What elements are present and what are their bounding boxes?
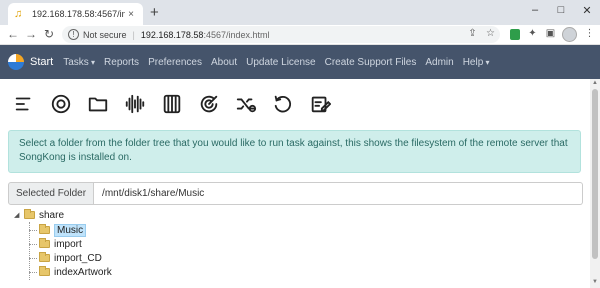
nav-tasks[interactable]: Tasks (63, 57, 95, 68)
nav-reports[interactable]: Reports (104, 57, 139, 68)
address-bar-row: ← → ↻ ! Not secure | 192.168.178.58:4567… (0, 25, 600, 45)
scroll-up-icon[interactable]: ▲ (590, 80, 600, 86)
url-host[interactable]: 192.168.178.58 (141, 30, 204, 40)
share-icon[interactable]: ⇪ (466, 28, 479, 39)
warning-icon[interactable]: ! (68, 29, 79, 40)
profile-icon[interactable] (562, 27, 577, 42)
undo-icon[interactable] (271, 92, 295, 116)
tree-node-share[interactable]: share (24, 208, 64, 222)
url-path[interactable]: :4567/index.html (203, 30, 269, 40)
folder-icon (39, 224, 50, 234)
forward-icon[interactable]: → (24, 27, 38, 42)
selected-folder-group: Selected Folder /mnt/disk1/share/Music (8, 182, 583, 205)
maximize-icon[interactable]: □ (553, 4, 569, 16)
browser-tab[interactable]: ♫ 192.168.178.58:4567/index.html × (8, 3, 143, 25)
back-icon[interactable]: ← (6, 27, 20, 42)
nav-admin[interactable]: Admin (425, 57, 453, 68)
close-window-icon[interactable]: ✕ (579, 4, 595, 17)
star-icon[interactable]: ☆ (484, 28, 497, 39)
tree-label-selected[interactable]: Music (54, 223, 87, 237)
menu-icon[interactable]: ⋮ (583, 28, 596, 39)
collapse-triangle-icon[interactable]: ◢ (14, 211, 19, 219)
reload-icon[interactable]: ↻ (42, 27, 56, 42)
folder-icon[interactable] (86, 92, 110, 116)
songkong-logo-icon (8, 54, 24, 70)
browser-tab-strip: ♫ 192.168.178.58:4567/index.html × + – □… (0, 0, 600, 25)
edit-list-icon[interactable] (308, 92, 332, 116)
minimize-icon[interactable]: – (527, 4, 543, 16)
info-alert: Select a folder from the folder tree tha… (8, 130, 581, 173)
folder-icon (39, 266, 50, 276)
brand-label: Start (30, 56, 54, 68)
extension-icon[interactable] (510, 29, 520, 40)
folder-icon (24, 209, 35, 219)
nav-about[interactable]: About (211, 57, 237, 68)
waveform-icon[interactable] (123, 92, 147, 116)
security-status[interactable]: Not secure (83, 30, 127, 40)
radar-icon[interactable] (197, 92, 221, 116)
tree-node-import-cd[interactable]: import_CD (39, 251, 102, 265)
close-tab-icon[interactable]: × (125, 9, 137, 20)
tab-title: 192.168.178.58:4567/index.html (32, 9, 125, 19)
folder-icon (39, 238, 50, 248)
film-strip-icon[interactable] (160, 92, 184, 116)
new-tab-icon[interactable]: + (150, 5, 159, 20)
nav-help[interactable]: Help (463, 57, 490, 68)
task-list-icon[interactable] (12, 92, 36, 116)
nav-create-support-files[interactable]: Create Support Files (325, 57, 417, 68)
tree-label[interactable]: import_CD (54, 253, 102, 264)
page-scrollbar[interactable]: ▲ ▼ (590, 79, 600, 288)
sidebar-icon[interactable]: ▣ (544, 28, 557, 39)
tree-connector (29, 272, 37, 273)
folder-icon (39, 252, 50, 262)
tree-connector (29, 244, 37, 245)
tree-node-index-artwork[interactable]: indexArtwork (39, 265, 112, 279)
nav-preferences[interactable]: Preferences (148, 57, 202, 68)
scroll-down-icon[interactable]: ▼ (590, 279, 600, 285)
tree-label[interactable]: share (39, 210, 64, 221)
tree-connector (29, 230, 37, 231)
tree-label[interactable]: import (54, 239, 82, 250)
folder-tree: ◢ share Music import import_CD indexArtw… (12, 208, 592, 288)
url-bar[interactable]: ! Not secure | 192.168.178.58:4567/index… (62, 26, 500, 43)
puzzle-icon[interactable]: ✦ (526, 28, 539, 39)
nav-update-license[interactable]: Update License (246, 57, 316, 68)
shuffle-icon[interactable] (234, 92, 258, 116)
url-separator: | (132, 29, 135, 40)
tree-label[interactable]: indexArtwork (54, 267, 112, 278)
music-note-icon: ♫ (14, 8, 23, 20)
tree-node-import[interactable]: import (39, 237, 82, 251)
brand[interactable]: Start (8, 54, 53, 70)
tree-node-music[interactable]: Music (39, 223, 87, 237)
app-navbar: Start Tasks Reports Preferences About Up… (0, 45, 600, 79)
selected-folder-label: Selected Folder (8, 182, 95, 205)
task-toolbar (12, 90, 345, 118)
target-icon[interactable] (49, 92, 73, 116)
scrollbar-thumb[interactable] (592, 89, 598, 259)
selected-folder-field[interactable]: /mnt/disk1/share/Music (94, 182, 583, 205)
tree-connector (29, 258, 37, 259)
